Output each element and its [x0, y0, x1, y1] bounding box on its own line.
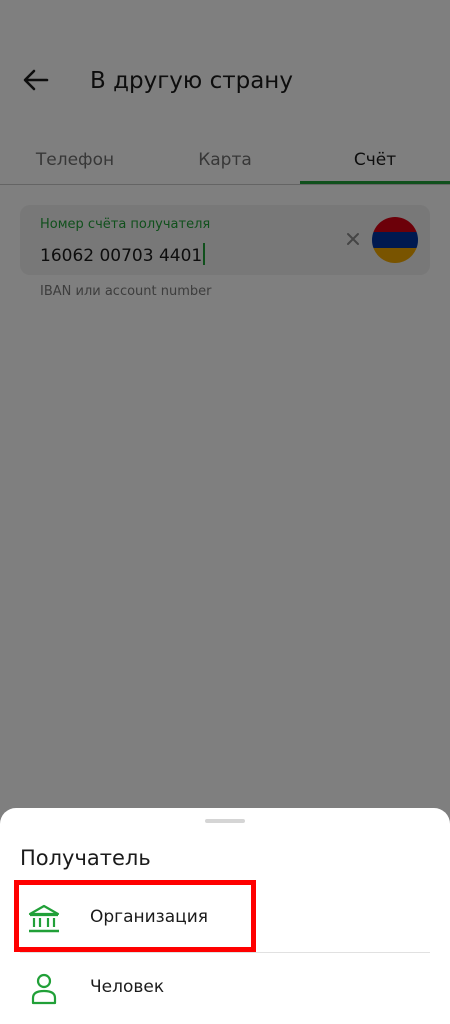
- option-divider: [20, 952, 430, 953]
- app-screen: В другую страну Телефон Карта Счёт Номер…: [0, 0, 450, 1024]
- person-icon: [24, 971, 64, 1007]
- sheet-title: Получатель: [20, 846, 151, 870]
- option-person[interactable]: Человек: [0, 955, 450, 1023]
- sheet-drag-handle[interactable]: [205, 819, 245, 823]
- recipient-bottom-sheet: Получатель Организация Человек: [0, 808, 450, 1024]
- highlight-box: [14, 880, 256, 952]
- option-person-label: Человек: [90, 977, 165, 997]
